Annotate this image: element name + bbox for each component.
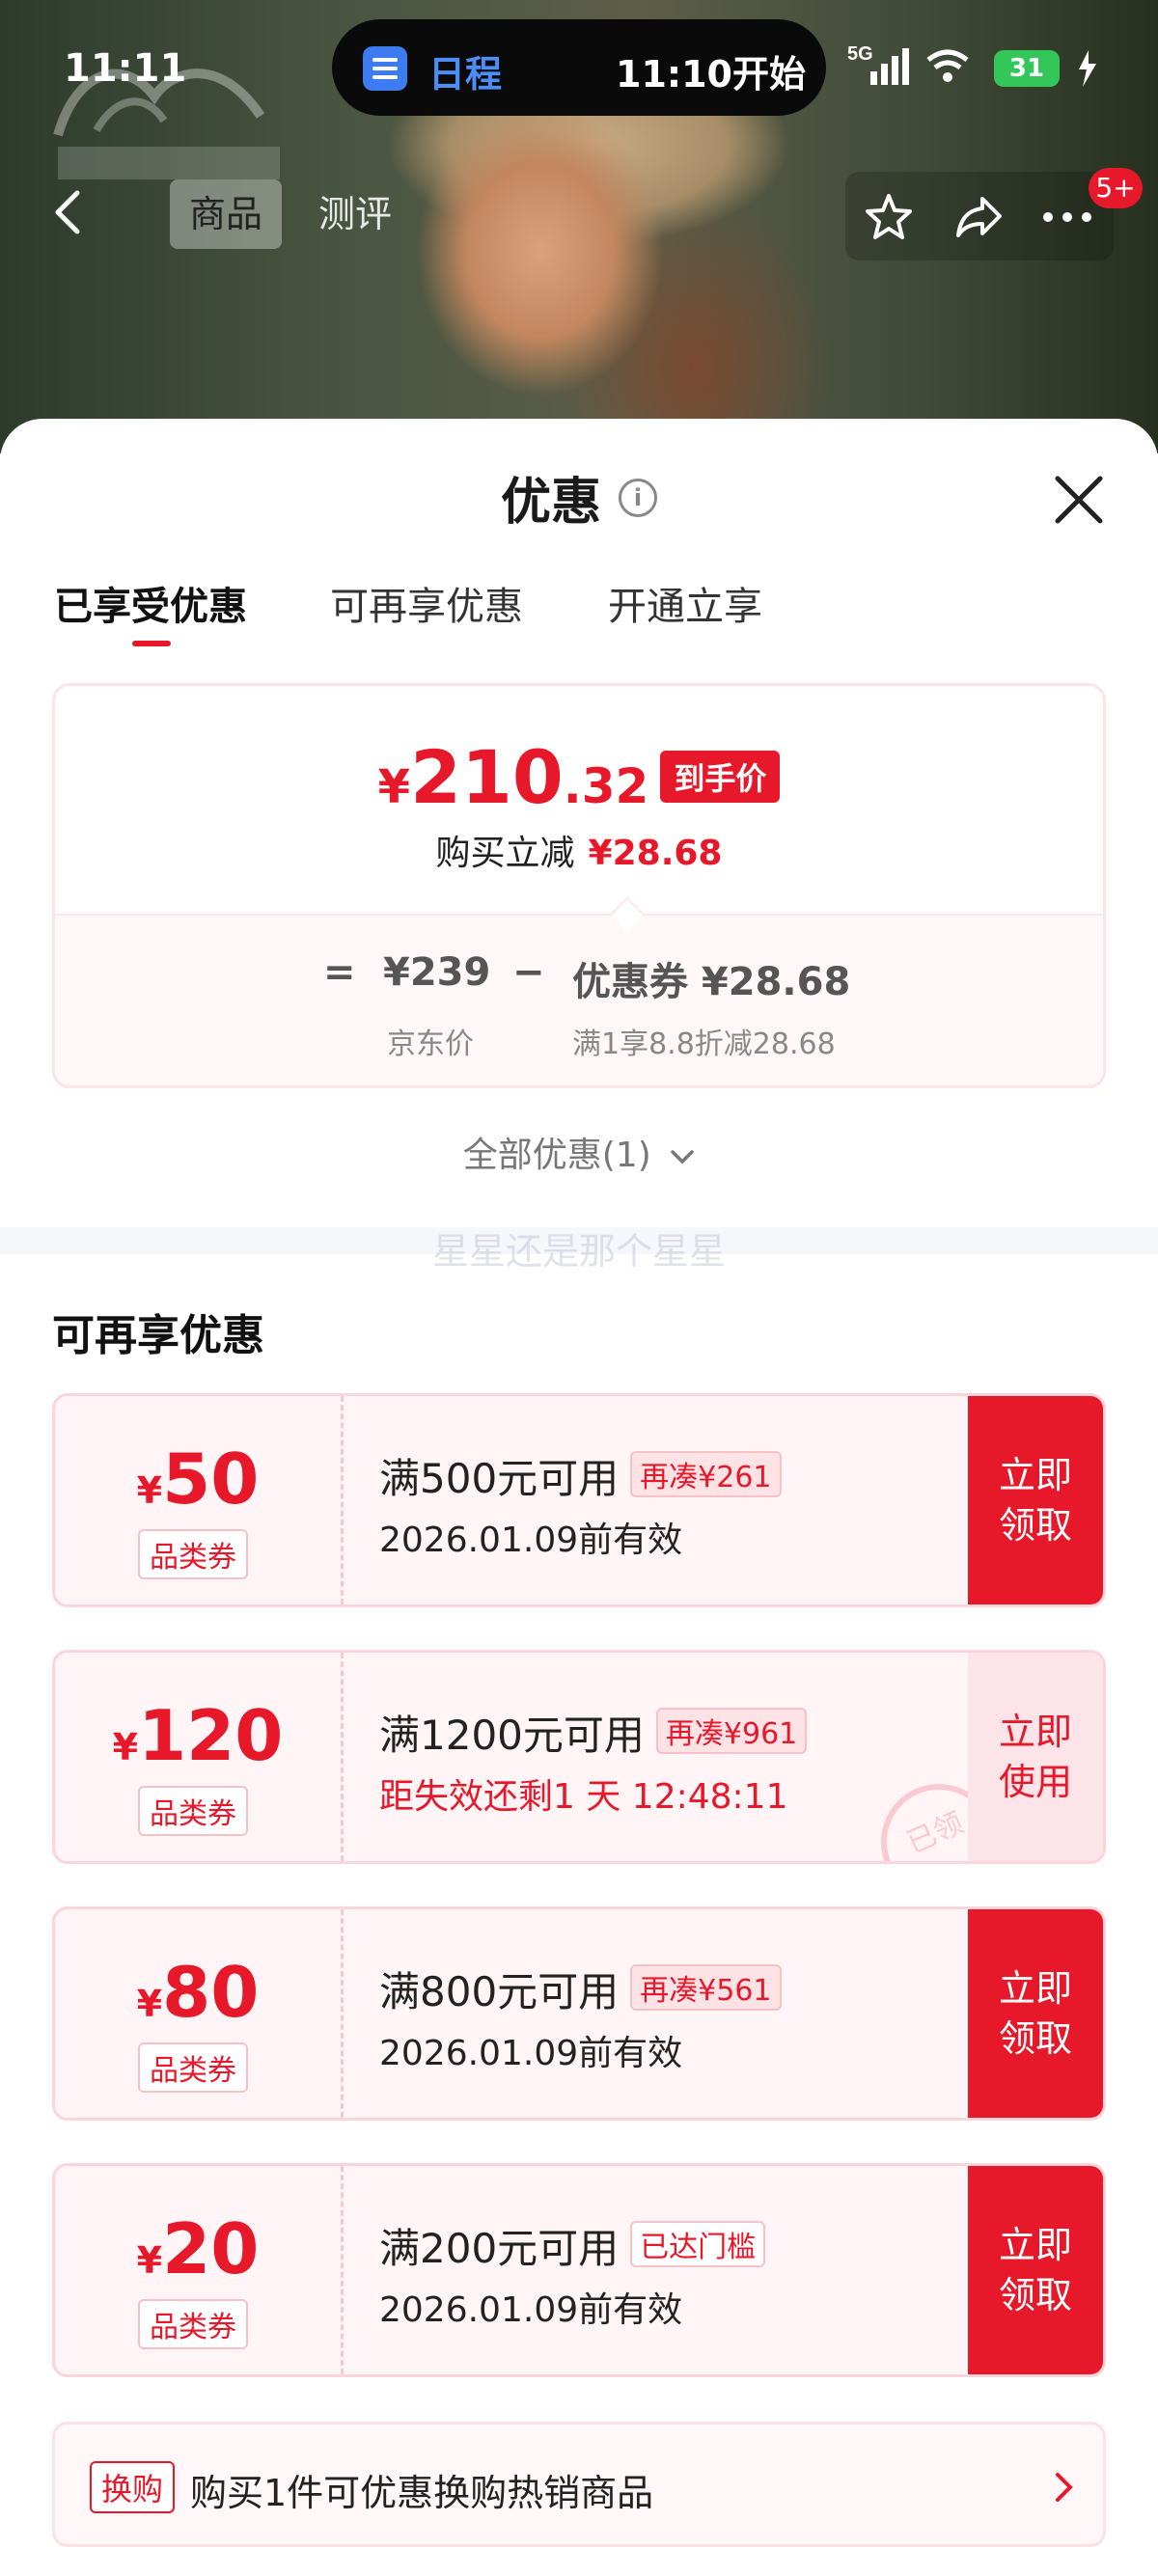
battery-indicator: 31: [994, 50, 1060, 87]
calendar-icon: [363, 46, 407, 91]
instant-reduction: 购买立减 ¥28.68: [435, 834, 723, 873]
coupon-gap-chip: 再凑¥961: [655, 1708, 808, 1754]
product-nav-bar: 商品 测评: [0, 164, 1158, 260]
coupon-amount: ¥20: [136, 2208, 260, 2289]
claim-coupon-button[interactable]: 立即 领取: [968, 1396, 1103, 1604]
exchange-text: 购买1件可优惠换购热销商品: [190, 2472, 654, 2514]
tab-more-offers[interactable]: 可再享优惠: [330, 575, 523, 631]
live-activity-text: 11:10开始: [616, 53, 806, 96]
coupon-condition: 满1200元可用 再凑¥961: [379, 1703, 808, 1762]
live-activity-app: 日程: [428, 53, 503, 96]
coupon-card: ¥50 品类券 满500元可用 再凑¥261 2026.01.09前有效 立即 领…: [52, 1393, 1106, 1607]
price-breakdown: = ¥239 京东价 − 优惠券 ¥28.68 满1享8.8折减28.68: [55, 914, 1103, 1085]
back-arrow-icon[interactable]: [44, 187, 95, 237]
coupon-condition: 满200元可用 已达门槛: [379, 2216, 766, 2275]
nav-actions: [845, 172, 1114, 260]
sheet-header: 优惠 i: [0, 461, 1158, 534]
base-price: ¥239: [383, 950, 491, 995]
sheet-title: 优惠: [500, 474, 601, 532]
coupon-card: ¥20 品类券 满200元可用 已达门槛 2026.01.09前有效 立即 领取: [52, 2163, 1106, 2377]
base-price-label: 京东价: [387, 1028, 474, 1061]
section-title: 可再享优惠: [52, 1311, 264, 1360]
more-icon[interactable]: [1038, 191, 1096, 243]
chevron-right-icon: [1056, 2473, 1073, 2502]
coupon-amount: ¥50: [136, 1439, 260, 1520]
coupon-validity: 2026.01.09前有效: [379, 2290, 683, 2330]
chevron-down-icon: [671, 1150, 694, 1165]
notification-badge: 5+: [1089, 168, 1143, 208]
info-icon[interactable]: i: [619, 478, 657, 517]
final-price-tag: 到手价: [660, 751, 781, 803]
minus-sign: −: [512, 950, 545, 995]
signal-wifi-icons: 5G: [847, 43, 1096, 87]
tab-activate-offers[interactable]: 开通立享: [608, 575, 762, 631]
coupon-rule: 满1享8.8折减28.68: [572, 1028, 836, 1061]
coupon-card: ¥120 品类券 满1200元可用 再凑¥961 距失效还剩1 天 12:48:1…: [52, 1650, 1106, 1864]
coupon-type: 品类券: [138, 2299, 248, 2349]
coupon-type: 品类券: [138, 1529, 248, 1579]
coupon-card: ¥80 品类券 满800元可用 再凑¥561 2026.01.09前有效 立即 领…: [52, 1906, 1106, 2121]
coupon-deduction: 优惠券 ¥28.68: [572, 960, 851, 1004]
coupon-amount: ¥80: [136, 1952, 260, 2033]
svg-text:5G: 5G: [847, 43, 873, 65]
overlay-caption: 星星还是那个星星: [431, 1230, 726, 1273]
tab-review[interactable]: 测评: [299, 179, 411, 249]
share-icon[interactable]: [953, 191, 1006, 243]
coupon-condition: 满500元可用 再凑¥261: [379, 1446, 782, 1505]
coupon-validity: 2026.01.09前有效: [379, 2034, 683, 2073]
equals-sign: =: [323, 950, 356, 995]
exchange-offer-row[interactable]: 换购 购买1件可优惠换购热销商品: [52, 2422, 1106, 2547]
coupon-gap-chip: 再凑¥561: [630, 1964, 782, 2011]
active-tab-indicator: [132, 641, 171, 646]
coupon-validity: 2026.01.09前有效: [379, 1521, 683, 1560]
final-price: ¥210.32 到手价: [55, 734, 1103, 820]
threshold-reached-chip: 已达门槛: [630, 2221, 766, 2267]
status-bar: 11:11 日程 11:10开始 5G 31: [0, 0, 1158, 135]
tab-product[interactable]: 商品: [170, 179, 283, 249]
star-icon[interactable]: [863, 191, 915, 243]
use-coupon-button[interactable]: 立即 使用: [968, 1653, 1103, 1861]
claim-coupon-button[interactable]: 立即 领取: [968, 1909, 1103, 2118]
coupon-condition: 满800元可用 再凑¥561: [379, 1959, 782, 2018]
live-activity-pill[interactable]: 日程 11:10开始: [332, 19, 826, 116]
coupon-countdown: 距失效还剩1 天 12:48:11: [379, 1777, 788, 1817]
all-offers-toggle[interactable]: 全部优惠(1): [0, 1127, 1158, 1177]
coupon-gap-chip: 再凑¥261: [630, 1451, 782, 1497]
claim-coupon-button[interactable]: 立即 领取: [968, 2166, 1103, 2374]
coupon-amount: ¥120: [112, 1695, 284, 1776]
tab-enjoyed-offers[interactable]: 已享受优惠: [54, 575, 247, 631]
clock: 11:11: [64, 46, 187, 91]
close-icon[interactable]: [1052, 473, 1106, 527]
price-summary-card: ¥210.32 到手价 购买立减 ¥28.68 = ¥239 京东价 − 优惠券 ¥…: [52, 683, 1106, 1088]
coupon-type: 品类券: [138, 2042, 248, 2093]
exchange-tag: 换购: [90, 2461, 176, 2513]
coupon-type: 品类券: [138, 1786, 248, 1836]
